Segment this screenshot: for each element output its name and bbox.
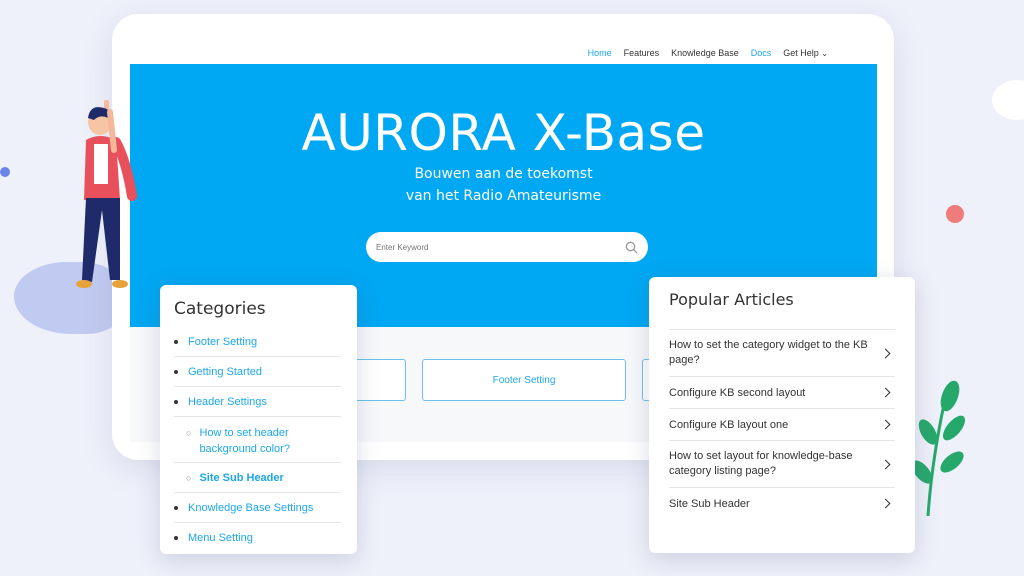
hero-subtitle-line2: van het Radio Amateurisme <box>405 188 602 204</box>
article-item[interactable]: How to set layout for knowledge-base cat… <box>669 440 895 487</box>
categories-card: Categories Footer Setting Getting Starte… <box>160 285 357 554</box>
category-box-footer-setting[interactable]: Footer Setting <box>422 359 626 401</box>
category-label: Knowledge Base Settings <box>188 501 314 514</box>
decorative-dot-blue <box>0 167 10 177</box>
category-label: How to set header background color? <box>199 427 290 455</box>
article-title: How to set layout for knowledge-base cat… <box>669 450 853 477</box>
bullet-icon <box>174 369 178 374</box>
category-label: Getting Started <box>188 365 262 378</box>
cloud-icon <box>992 80 1024 120</box>
category-item-footer-setting[interactable]: Footer Setting <box>174 327 341 357</box>
category-subitem-site-sub-header[interactable]: ○ Site Sub Header <box>174 463 341 493</box>
hero-title: AURORA X-Base <box>301 104 706 162</box>
categories-title: Categories <box>174 299 266 319</box>
top-navigation: Home Features Knowledge Base Docs Get He… <box>112 48 894 64</box>
nav-home[interactable]: Home <box>588 48 612 64</box>
bullet-icon <box>174 399 178 404</box>
article-item[interactable]: Configure KB layout one <box>669 408 895 440</box>
hero-subtitle-line1: Bouwen aan de toekomst <box>414 166 593 182</box>
sub-bullet-icon: ○ <box>186 428 192 438</box>
nav-knowledge-base[interactable]: Knowledge Base <box>671 48 739 64</box>
category-item-knowledge-base-settings[interactable]: Knowledge Base Settings <box>174 493 341 523</box>
category-label: Site Sub Header <box>199 471 284 484</box>
article-item[interactable]: Configure KB second layout <box>669 376 895 408</box>
popular-articles-card: Popular Articles How to set the category… <box>649 277 915 553</box>
nav-docs[interactable]: Docs <box>751 48 772 64</box>
chevron-right-icon <box>880 459 891 469</box>
category-item-header-settings[interactable]: Header Settings <box>174 387 341 417</box>
decorative-dot-coral <box>946 205 964 223</box>
nav-get-help[interactable]: Get Help ⌄ <box>783 48 828 64</box>
article-title: Site Sub Header <box>669 497 750 510</box>
chevron-right-icon <box>880 419 891 430</box>
sub-bullet-icon: ○ <box>186 472 192 483</box>
person-illustration <box>76 100 137 288</box>
chevron-right-icon <box>880 348 891 358</box>
category-label: Header Settings <box>188 395 267 408</box>
bullet-icon <box>174 505 178 510</box>
category-label: Footer Setting <box>188 335 258 348</box>
article-title: Configure KB layout one <box>669 418 789 431</box>
category-item-getting-started[interactable]: Getting Started <box>174 357 341 387</box>
search-bar <box>366 232 648 262</box>
bullet-icon <box>174 339 178 344</box>
categories-list: Footer Setting Getting Started Header Se… <box>174 327 341 553</box>
category-label: Menu Setting <box>188 532 253 544</box>
article-title: How to set the category widget to the KB… <box>669 339 868 366</box>
article-item[interactable]: Site Sub Header <box>669 487 895 519</box>
bullet-icon <box>174 536 178 540</box>
search-icon[interactable] <box>625 241 638 254</box>
chevron-right-icon <box>880 387 891 398</box>
article-title: Configure KB second layout <box>669 386 806 399</box>
category-item-menu-setting[interactable]: Menu Setting <box>174 523 341 553</box>
chevron-down-icon: ⌄ <box>821 49 828 58</box>
search-input[interactable] <box>376 242 625 252</box>
article-item[interactable]: How to set the category widget to the KB… <box>669 329 895 376</box>
chevron-right-icon <box>880 498 891 509</box>
popular-articles-title: Popular Articles <box>669 290 794 309</box>
nav-get-help-label: Get Help <box>783 48 819 58</box>
category-subitem-header-background[interactable]: ○ How to set header background color? <box>174 417 341 463</box>
nav-features[interactable]: Features <box>624 48 660 64</box>
